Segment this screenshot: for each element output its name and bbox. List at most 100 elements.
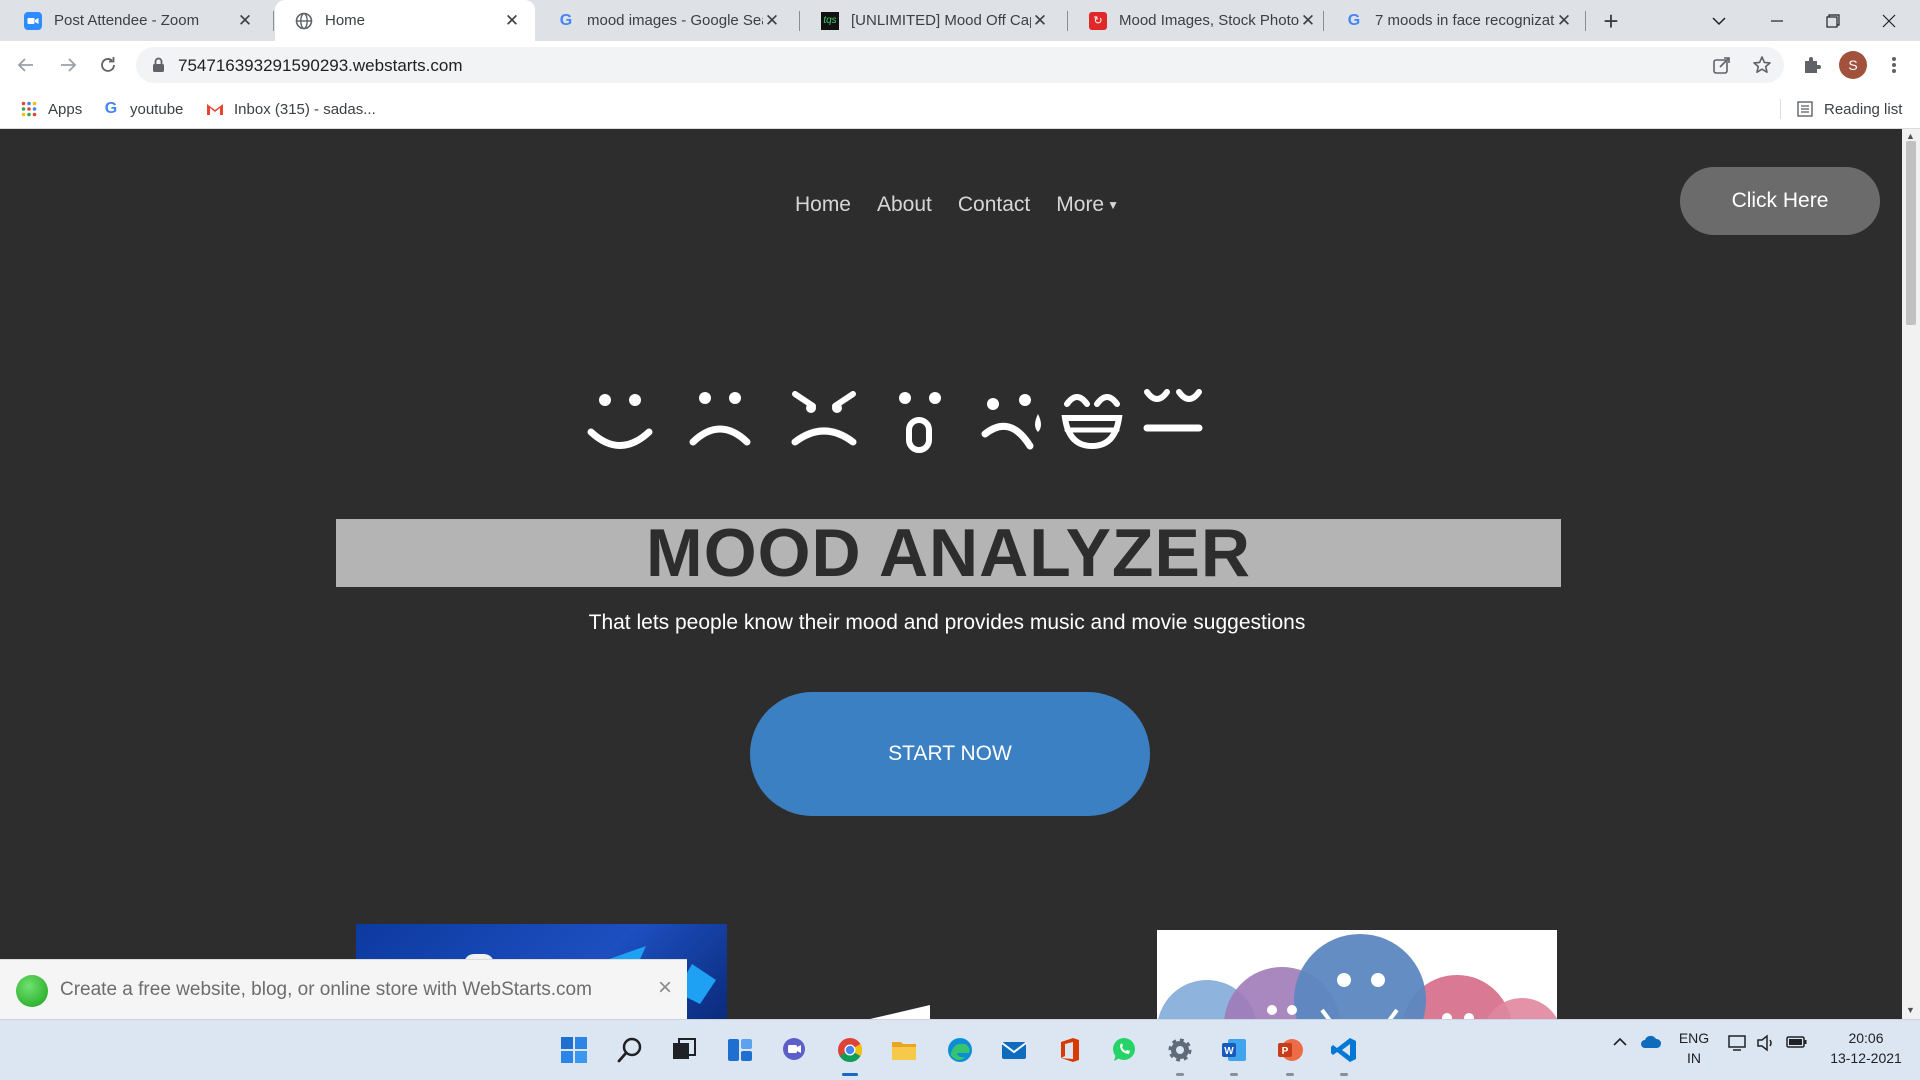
vscode-icon[interactable] xyxy=(1326,1032,1362,1076)
nav-more[interactable]: More ▼ xyxy=(1056,193,1119,217)
bookmark-label: youtube xyxy=(130,100,184,118)
tab-mood-off-captions[interactable]: tqs [UNLIMITED] Mood Off Cap ✕ xyxy=(801,0,1063,41)
angry-face-icon xyxy=(791,391,857,446)
lang-top: ENG xyxy=(1678,1030,1710,1046)
bookmark-apps[interactable]: Apps xyxy=(20,98,82,120)
windows-taskbar: W P ENG IN 20:06 13-12-2021 xyxy=(0,1019,1920,1080)
page-scrollbar[interactable]: ▲ ▼ xyxy=(1902,129,1920,1019)
running-indicator xyxy=(842,1073,858,1076)
profile-avatar[interactable]: S xyxy=(1839,51,1867,79)
bookmark-label: Apps xyxy=(48,100,83,118)
close-icon[interactable]: ✕ xyxy=(1299,11,1317,31)
sleepy-face-icon xyxy=(1143,389,1203,432)
battery-icon[interactable] xyxy=(1786,1034,1808,1054)
title-banner: MOOD ANALYZER xyxy=(336,515,1561,591)
teams-chat-icon[interactable] xyxy=(776,1032,812,1068)
scrollbar-thumb[interactable] xyxy=(1906,141,1916,325)
reading-list-button[interactable]: Reading list xyxy=(1796,98,1902,120)
browser-menu-button[interactable] xyxy=(1878,49,1910,81)
close-icon[interactable]: ✕ xyxy=(1555,11,1573,31)
forward-arrow-icon xyxy=(61,58,77,72)
restore-button[interactable] xyxy=(1808,0,1858,41)
network-icon[interactable] xyxy=(1728,1034,1748,1056)
task-view-icon[interactable] xyxy=(666,1032,702,1068)
tab-title: mood images - Google Sea xyxy=(587,12,763,29)
language-indicator[interactable]: ENG IN xyxy=(1676,1028,1712,1068)
webstarts-promo-bar[interactable]: Create a free website, blog, or online s… xyxy=(0,959,687,1019)
bookmark-star-icon[interactable] xyxy=(1752,55,1772,75)
page-title: MOOD ANALYZER xyxy=(646,515,1251,591)
url-text[interactable]: 754716393291590293.webstarts.com xyxy=(178,56,463,76)
zoom-icon xyxy=(24,11,42,30)
sad-face-icon xyxy=(689,392,751,446)
system-clock[interactable]: 20:06 13-12-2021 xyxy=(1826,1028,1906,1068)
promo-text[interactable]: Create a free website, blog, or online s… xyxy=(60,979,592,1001)
tab-moods-face-recognition[interactable]: G 7 moods in face recognizat ✕ xyxy=(1325,0,1587,41)
search-icon[interactable] xyxy=(612,1032,648,1068)
bookmark-label: Inbox (315) - sadas... xyxy=(234,100,376,118)
word-icon[interactable]: W xyxy=(1216,1032,1252,1076)
start-icon[interactable] xyxy=(556,1032,592,1068)
new-tab-button[interactable]: + xyxy=(1596,6,1626,36)
share-icon[interactable] xyxy=(1712,55,1732,75)
whatsapp-icon[interactable] xyxy=(1106,1032,1142,1068)
bookmark-inbox[interactable]: Inbox (315) - sadas... xyxy=(206,98,376,120)
onedrive-icon[interactable] xyxy=(1640,1034,1662,1054)
tab-separator xyxy=(799,11,800,31)
tab-separator xyxy=(1585,11,1586,31)
nav-more-label: More xyxy=(1056,193,1105,216)
page-viewport: Home About Contact More ▼ Click Here MOO… xyxy=(0,129,1902,1019)
chrome-icon[interactable] xyxy=(832,1032,868,1076)
show-hidden-icons-chevron-icon[interactable] xyxy=(1612,1034,1628,1054)
crying-face-icon xyxy=(981,394,1041,450)
clock-date: 13-12-2021 xyxy=(1830,1050,1902,1066)
address-bar[interactable]: 754716393291590293.webstarts.com xyxy=(136,47,1784,83)
tab-strip: Post Attendee - Zoom ✕ Home ✕ G mood ima… xyxy=(0,0,1920,41)
nav-contact[interactable]: Contact xyxy=(958,193,1030,217)
reload-button[interactable] xyxy=(92,49,124,81)
running-indicator xyxy=(1286,1073,1294,1076)
close-icon[interactable]: × xyxy=(658,974,672,1002)
google-icon: G xyxy=(104,100,118,117)
bookmark-youtube[interactable]: G youtube xyxy=(102,98,184,120)
click-here-button[interactable]: Click Here xyxy=(1680,167,1880,235)
tab-title: [UNLIMITED] Mood Off Cap xyxy=(851,12,1031,29)
nav-home[interactable]: Home xyxy=(795,193,851,217)
tab-google-search[interactable]: G mood images - Google Sea ✕ xyxy=(537,0,795,41)
office-icon[interactable] xyxy=(1052,1032,1088,1068)
volume-icon[interactable] xyxy=(1756,1034,1776,1056)
minimize-button[interactable] xyxy=(1752,0,1802,41)
mail-icon[interactable] xyxy=(996,1032,1032,1068)
close-window-button[interactable] xyxy=(1864,0,1914,41)
tab-mood-stock-photos[interactable]: ↻ Mood Images, Stock Photo ✕ xyxy=(1069,0,1331,41)
back-button[interactable] xyxy=(10,49,42,81)
edge-icon[interactable] xyxy=(942,1032,978,1068)
happy-face-icon xyxy=(587,394,653,449)
running-indicator xyxy=(1340,1073,1348,1076)
close-icon[interactable]: ✕ xyxy=(763,11,781,31)
scroll-down-icon[interactable]: ▼ xyxy=(1906,1005,1915,1015)
tab-title: Home xyxy=(325,12,366,29)
tab-home[interactable]: Home ✕ xyxy=(275,0,535,41)
nav-about[interactable]: About xyxy=(877,193,932,217)
tab-zoom[interactable]: Post Attendee - Zoom ✕ xyxy=(4,0,268,41)
lock-icon[interactable] xyxy=(152,57,165,78)
start-now-button[interactable]: START NOW xyxy=(750,692,1150,816)
widgets-icon[interactable] xyxy=(722,1032,758,1068)
tab-search-button[interactable] xyxy=(1694,0,1744,41)
close-icon[interactable]: ✕ xyxy=(503,11,521,31)
scroll-up-icon[interactable]: ▲ xyxy=(1906,131,1915,141)
svg-text:P: P xyxy=(1282,1046,1289,1057)
forward-button[interactable] xyxy=(52,49,84,81)
close-icon[interactable]: ✕ xyxy=(1031,11,1049,31)
running-indicator xyxy=(1176,1073,1184,1076)
tqs-icon: tqs xyxy=(821,11,839,30)
file-explorer-icon[interactable] xyxy=(886,1032,922,1068)
close-icon[interactable]: ✕ xyxy=(236,11,254,31)
powerpoint-icon[interactable]: P xyxy=(1272,1032,1308,1076)
extensions-button[interactable] xyxy=(1796,49,1828,81)
site-nav: Home About Contact More ▼ xyxy=(0,193,1902,217)
gmail-icon xyxy=(206,100,224,118)
settings-icon[interactable] xyxy=(1162,1032,1198,1076)
tab-title: Post Attendee - Zoom xyxy=(54,12,200,29)
